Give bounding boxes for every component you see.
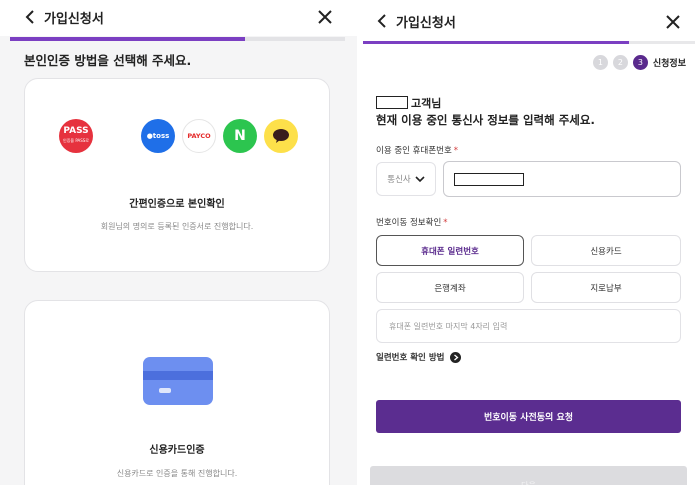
step-1: 1 <box>592 55 608 70</box>
chevron-down-icon <box>415 176 425 183</box>
chevron-left-icon[interactable] <box>22 8 40 26</box>
naver-app-icon[interactable]: N <box>223 119 257 153</box>
chevron-right-icon <box>450 351 462 363</box>
phone-field-label: 이용 중인 휴대폰번호 * <box>376 144 458 156</box>
pass-label: PASS <box>63 126 89 136</box>
page-title: 가입신청서 <box>396 16 456 31</box>
serial-help-text: 일련번호 확인 방법 <box>376 353 445 363</box>
step-2: 2 <box>612 55 628 70</box>
easy-auth-title: 간편인증으로 본인확인 <box>129 199 225 210</box>
pass-app-icon[interactable]: PASS 인증을 PASS로 <box>59 119 93 153</box>
top-bar: 가입신청서 <box>357 0 700 40</box>
page-title: 가입신청서 <box>44 12 104 27</box>
top-bar: 가입신청서 <box>0 0 357 36</box>
phone-label-text: 이용 중인 휴대폰번호 <box>376 146 452 156</box>
redacted-name <box>376 96 408 109</box>
redacted-phone-number <box>454 173 524 186</box>
serial-help-link[interactable]: 일련번호 확인 방법 <box>376 351 462 363</box>
easy-auth-card[interactable]: PASS 인증을 PASS로 ●toss PAYCO N 간편인증으로 본인확인… <box>24 78 330 272</box>
screenshot-root: 가입신청서 본인인증 방법을 선택해 주세요. PASS 인증을 PASS로 ●… <box>0 0 700 485</box>
pass-sub-label: 인증을 PASS로 <box>63 138 89 143</box>
credit-card-auth-description: 신용카드로 인증을 통해 진행합니다. <box>116 469 238 478</box>
pre-consent-request-button[interactable]: 번호이동 사전동의 요청 <box>376 400 681 433</box>
credit-card-icon <box>143 357 213 405</box>
payco-label: PAYCO <box>187 132 211 140</box>
toss-label: ●toss <box>146 132 170 140</box>
carrier-select-value: 통신사 <box>387 175 411 185</box>
step-label: 신청정보 <box>652 59 686 69</box>
verify-field-label: 번호이동 정보확인 * <box>376 216 448 228</box>
carrier-info-screen: 가입신청서 1 2 3 신청정보 고객님 현재 이용 중인 통신사 정보를 입력… <box>357 0 700 485</box>
auth-method-screen: 가입신청서 본인인증 방법을 선택해 주세요. PASS 인증을 PASS로 ●… <box>0 0 357 485</box>
progress-bar-fill <box>363 41 629 44</box>
serial-number-input[interactable]: 휴대폰 일련번호 마지막 4자리 입력 <box>376 309 681 343</box>
greeting-suffix: 고객님 <box>411 97 442 110</box>
option-giro[interactable]: 지로납부 <box>531 272 681 303</box>
verify-label-text: 번호이동 정보확인 <box>376 218 442 228</box>
option-bank-account[interactable]: 은행계좌 <box>376 272 524 303</box>
step-indicator: 1 2 3 신청정보 <box>588 55 686 70</box>
payco-app-icon[interactable]: PAYCO <box>182 119 216 153</box>
credit-card-auth-card[interactable]: 신용카드인증 신용카드로 인증을 통해 진행합니다. <box>24 300 330 485</box>
progress-bar-fill <box>10 37 245 41</box>
credit-card-auth-title: 신용카드인증 <box>149 445 205 456</box>
phone-number-input[interactable] <box>443 161 681 197</box>
progress-bar <box>363 41 695 44</box>
option-credit-card[interactable]: 신용카드 <box>531 235 681 266</box>
kakao-app-icon[interactable] <box>264 119 298 153</box>
close-icon[interactable] <box>664 13 682 31</box>
next-button[interactable]: 다음 <box>370 466 687 485</box>
toss-app-icon[interactable]: ●toss <box>141 119 175 153</box>
section-heading: 본인인증 방법을 선택해 주세요. <box>24 53 192 68</box>
required-mark: * <box>443 218 448 228</box>
option-phone-serial[interactable]: 휴대폰 일련번호 <box>376 235 524 266</box>
easy-auth-description: 회원님의 명의로 등록된 인증서로 진행합니다. <box>100 222 254 231</box>
section-heading: 현재 이용 중인 통신사 정보를 입력해 주세요. <box>376 113 595 127</box>
step-3: 3 <box>632 55 648 70</box>
carrier-select[interactable]: 통신사 <box>376 162 436 196</box>
next-button-label: 다음 <box>521 480 536 485</box>
chevron-left-icon[interactable] <box>374 12 392 30</box>
speech-bubble-icon <box>273 129 289 143</box>
required-mark: * <box>453 146 459 156</box>
close-icon[interactable] <box>316 8 334 26</box>
progress-bar <box>10 37 345 41</box>
naver-label: N <box>234 128 246 144</box>
